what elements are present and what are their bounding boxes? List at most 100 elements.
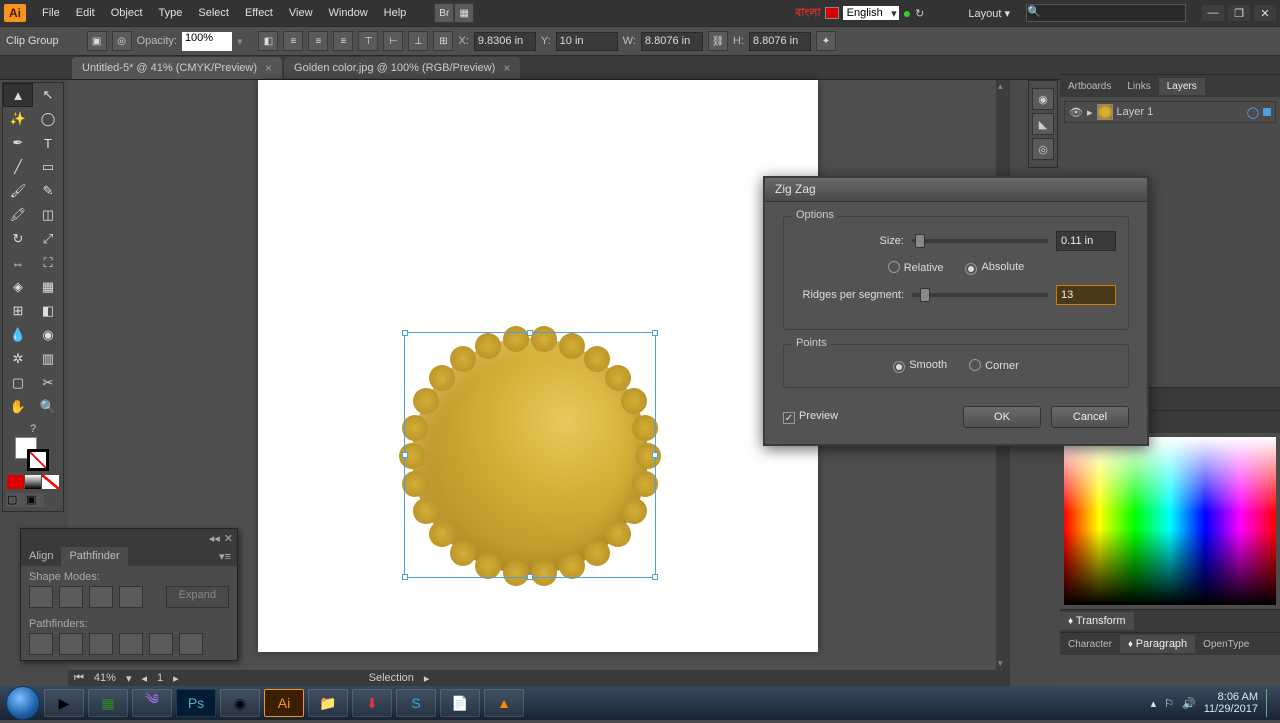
color-panel-icon[interactable]: ◉ [1032,88,1054,110]
collapse-icon[interactable]: ◂◂ [209,532,220,545]
minus-back-button[interactable] [179,633,203,655]
size-input[interactable] [1056,231,1116,251]
minimize-button[interactable]: — [1202,5,1224,21]
ridges-input[interactable] [1056,285,1116,305]
lang-download-icon[interactable]: ● [903,5,911,21]
blend-tool[interactable]: ◉ [33,323,63,347]
minus-front-button[interactable] [59,586,83,608]
menu-object[interactable]: Object [103,3,151,23]
layers-tab[interactable]: Layers [1159,78,1205,95]
pencil-tool[interactable]: ✎ [33,179,63,203]
eyedropper-tool[interactable]: 💧 [3,323,33,347]
links-tab[interactable]: Links [1119,78,1158,95]
vlc-icon[interactable]: ▲ [484,689,524,717]
lang-settings-icon[interactable]: ↻ [915,7,924,20]
mesh-tool[interactable]: ⊞ [3,299,33,323]
align-right-icon[interactable]: ≡ [333,31,353,51]
zoom-readout[interactable]: 41% [94,672,116,684]
notepad-icon[interactable]: 📄 [440,689,480,717]
relative-radio[interactable]: Relative [888,261,944,275]
resize-handle-s[interactable] [527,574,533,580]
illustrator-icon[interactable]: Ai [264,689,304,717]
direct-selection-tool[interactable]: ↖ [33,83,63,107]
close-button[interactable]: ✕ [1254,5,1276,21]
line-tool[interactable]: ╱ [3,155,33,179]
resize-handle-nw[interactable] [402,330,408,336]
next-page-icon[interactable]: ▸ [173,672,179,685]
align-top-icon[interactable]: ⊤ [358,31,378,51]
hand-tool[interactable]: ✋ [3,395,33,419]
exclude-button[interactable] [119,586,143,608]
rectangle-tool[interactable]: ▭ [33,155,63,179]
align-middle-icon[interactable]: ⊢ [383,31,403,51]
y-input[interactable] [556,32,618,51]
type-tool[interactable]: T [33,131,63,155]
align-bottom-icon[interactable]: ⊥ [408,31,428,51]
menu-edit[interactable]: Edit [68,3,103,23]
screen-mode-normal[interactable]: ▢ [7,493,25,507]
explorer-icon[interactable]: 📁 [308,689,348,717]
corner-radio[interactable]: Corner [969,359,1019,373]
menu-file[interactable]: File [34,3,68,23]
unite-button[interactable] [29,586,53,608]
artboard-tool[interactable]: ▢ [3,371,33,395]
screen-mode-full[interactable]: ▣ [26,493,44,507]
close-tab-icon[interactable]: × [503,61,510,75]
language-select[interactable]: English [843,6,899,20]
lasso-tool[interactable]: ◯ [33,107,63,131]
opentype-tab[interactable]: OpenType [1195,636,1257,653]
selection-bounding-box[interactable] [404,332,656,578]
photoshop-icon[interactable]: Ps [176,689,216,717]
show-desktop-button[interactable] [1266,689,1274,717]
align-center-icon[interactable]: ≡ [308,31,328,51]
chrome-icon[interactable]: ◉ [220,689,260,717]
media-player-icon[interactable]: ▶ [44,689,84,717]
opacity-input[interactable]: 100% [182,32,232,51]
dialog-title[interactable]: Zig Zag [765,178,1147,202]
eraser-tool[interactable]: ◫ [33,203,63,227]
resize-handle-sw[interactable] [402,574,408,580]
clock[interactable]: 8:06 AM11/29/2017 [1204,691,1258,715]
size-slider[interactable] [912,239,1048,243]
scale-tool[interactable]: ⤢ [33,227,63,251]
shape-builder-tool[interactable]: ◈ [3,275,33,299]
gradient-tool[interactable]: ◧ [33,299,63,323]
outline-button[interactable] [149,633,173,655]
downloader-icon[interactable]: ⬇ [352,689,392,717]
menu-view[interactable]: View [281,3,321,23]
restore-button[interactable]: ❐ [1228,5,1250,21]
width-tool[interactable]: ⇔ [3,251,33,275]
divide-button[interactable] [29,633,53,655]
fill-stroke-swatch[interactable] [15,437,51,473]
perspective-grid-tool[interactable]: ▦ [33,275,63,299]
stroke-panel-icon[interactable]: ◎ [1032,138,1054,160]
expand-button[interactable]: Expand [166,586,229,608]
cancel-button[interactable]: Cancel [1051,406,1129,428]
resize-handle-w[interactable] [402,452,408,458]
document-tab[interactable]: Untitled-5* @ 41% (CMYK/Preview) × [72,57,282,79]
target-icon[interactable]: ◯ [1247,106,1259,119]
character-tab[interactable]: Character [1060,636,1120,653]
close-panel-icon[interactable]: ✕ [224,532,233,545]
color-mode-fill[interactable] [7,475,24,489]
start-button[interactable] [6,686,40,720]
panel-menu-icon[interactable]: ▾≡ [213,547,237,566]
selection-tool[interactable]: ▲ [3,83,33,107]
crop-button[interactable] [119,633,143,655]
recolor-icon[interactable]: ◧ [258,31,278,51]
align-left-icon[interactable]: ≡ [283,31,303,51]
resize-handle-se[interactable] [652,574,658,580]
volume-icon[interactable]: 🔊 [1182,697,1196,710]
menu-effect[interactable]: Effect [237,3,281,23]
visibility-icon[interactable]: 👁 [1069,106,1083,119]
swatches-panel-icon[interactable]: ◣ [1032,113,1054,135]
arrange-docs-icon[interactable]: ▦ [454,3,474,23]
feather-app-icon[interactable]: ༄ [132,689,172,717]
slice-tool[interactable]: ✂ [33,371,63,395]
expand-layer-icon[interactable]: ▸ [1087,106,1093,119]
rotate-tool[interactable]: ↻ [3,227,33,251]
intersect-button[interactable] [89,586,113,608]
transform-panel-icon[interactable]: ⊞ [433,31,453,51]
pathfinder-tab[interactable]: Pathfinder [61,547,127,566]
zoom-tool[interactable]: 🔍 [33,395,63,419]
